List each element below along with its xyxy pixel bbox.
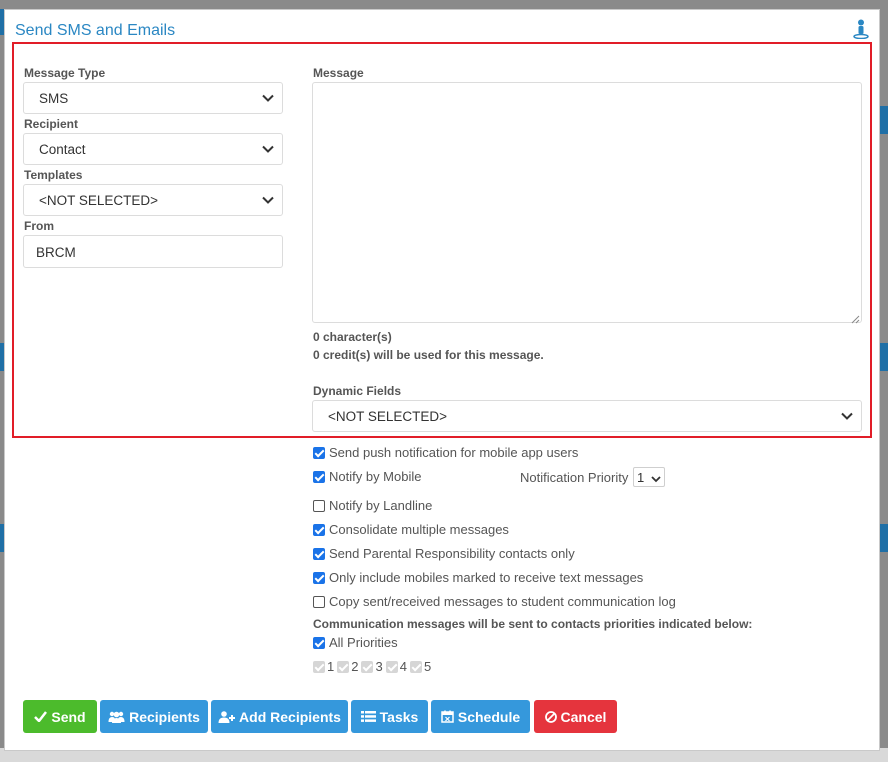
- recipient-select[interactable]: Contact: [23, 133, 283, 165]
- recipient-value: Contact: [39, 142, 86, 157]
- dynamic-fields-label: Dynamic Fields: [313, 384, 402, 398]
- notify-landline-label: Notify by Landline: [329, 498, 433, 513]
- chevron-down-icon: [262, 143, 274, 155]
- chevron-down-icon: [262, 92, 274, 104]
- add-recipients-button-label: Add Recipients: [239, 708, 341, 725]
- consolidate-option[interactable]: Consolidate multiple messages: [313, 522, 509, 537]
- priority-checkboxes: 1 2 3 4 5: [313, 659, 434, 674]
- notification-priority-value: 1: [637, 470, 645, 485]
- copy-log-label: Copy sent/received messages to student c…: [329, 594, 676, 609]
- notification-priority-label: Notification Priority: [520, 470, 629, 485]
- user-plus-icon: [218, 710, 236, 723]
- background-header-strip: [880, 524, 888, 552]
- templates-select[interactable]: <NOT SELECTED>: [23, 184, 283, 216]
- all-priorities-label: All Priorities: [329, 635, 398, 650]
- recipients-button-label: Recipients: [129, 708, 200, 725]
- copy-log-option[interactable]: Copy sent/received messages to student c…: [313, 594, 676, 609]
- priority-1: 1: [313, 659, 334, 674]
- push-notification-label: Send push notification for mobile app us…: [329, 445, 579, 460]
- consolidate-checkbox[interactable]: [313, 523, 325, 536]
- all-priorities-checkbox[interactable]: [313, 636, 325, 649]
- message-type-value: SMS: [39, 91, 69, 106]
- templates-label: Templates: [24, 168, 83, 182]
- send-sms-modal: Send SMS and Emails Message Type SMS Rec…: [4, 9, 880, 751]
- chevron-down-icon: [841, 410, 853, 422]
- list-icon: [360, 711, 376, 722]
- priority-3-checkbox: [361, 660, 374, 673]
- priority-4: 4: [385, 659, 407, 674]
- tasks-button-label: Tasks: [379, 708, 419, 725]
- push-notification-option[interactable]: Send push notification for mobile app us…: [313, 445, 578, 460]
- chevron-down-icon: [651, 472, 661, 483]
- all-priorities-option[interactable]: All Priorities: [313, 635, 398, 650]
- users-icon: [108, 711, 125, 723]
- tasks-button[interactable]: Tasks: [351, 700, 428, 733]
- resize-handle-icon[interactable]: [851, 312, 860, 324]
- modal-title: Send SMS and Emails: [15, 22, 176, 39]
- priority-5-checkbox: [409, 660, 422, 673]
- dynamic-fields-value: <NOT SELECTED>: [328, 409, 448, 424]
- parental-only-option[interactable]: Send Parental Responsibility contacts on…: [313, 546, 575, 561]
- templates-value: <NOT SELECTED>: [39, 193, 159, 208]
- priority-2: 2: [337, 659, 358, 674]
- message-textarea[interactable]: [312, 82, 862, 324]
- parental-only-checkbox[interactable]: [313, 547, 325, 560]
- from-input[interactable]: BRCM: [23, 235, 283, 268]
- person-help-icon[interactable]: [853, 19, 869, 40]
- priority-3-label: 3: [375, 659, 383, 674]
- background-header-strip: [880, 343, 888, 371]
- notification-priority-select[interactable]: 1: [633, 467, 665, 487]
- priority-4-label: 4: [399, 659, 407, 674]
- check-icon: [34, 711, 48, 722]
- priority-4-checkbox: [385, 660, 398, 673]
- notify-mobile-label: Notify by Mobile: [329, 469, 422, 484]
- recipient-label: Recipient: [24, 117, 79, 131]
- priority-2-checkbox: [337, 660, 350, 673]
- dynamic-fields-select[interactable]: <NOT SELECTED>: [312, 400, 862, 432]
- cancel-button[interactable]: Cancel: [534, 700, 617, 733]
- only-mobiles-checkbox[interactable]: [313, 571, 325, 584]
- background-header-strip: [880, 106, 888, 134]
- priorities-note: Communication messages will be sent to c…: [313, 617, 753, 631]
- from-label: From: [24, 219, 54, 233]
- chevron-down-icon: [262, 194, 274, 206]
- schedule-button-label: Schedule: [457, 708, 521, 725]
- message-type-label: Message Type: [24, 66, 106, 80]
- character-count: 0 character(s): [313, 330, 392, 344]
- notify-mobile-option[interactable]: Notify by Mobile: [313, 469, 421, 484]
- add-recipients-button[interactable]: Add Recipients: [211, 700, 348, 733]
- only-mobiles-label: Only include mobiles marked to receive t…: [329, 570, 644, 585]
- only-mobiles-option[interactable]: Only include mobiles marked to receive t…: [313, 570, 643, 585]
- priority-3: 3: [361, 659, 383, 674]
- ban-icon: [544, 710, 557, 723]
- priority-2-label: 2: [351, 659, 359, 674]
- priority-1-label: 1: [327, 659, 335, 674]
- consolidate-label: Consolidate multiple messages: [329, 522, 509, 537]
- notify-mobile-checkbox[interactable]: [313, 470, 325, 483]
- credit-info: 0 credit(s) will be used for this messag…: [313, 348, 544, 362]
- message-type-select[interactable]: SMS: [23, 82, 283, 114]
- cancel-button-label: Cancel: [560, 708, 607, 725]
- push-notification-checkbox[interactable]: [313, 446, 325, 459]
- calendar-icon: [441, 710, 454, 723]
- priority-5: 5: [409, 659, 432, 674]
- priority-1-checkbox: [313, 660, 325, 673]
- send-button[interactable]: Send: [23, 700, 97, 733]
- recipients-button[interactable]: Recipients: [100, 700, 208, 733]
- schedule-button[interactable]: Schedule: [431, 700, 530, 733]
- from-value: BRCM: [36, 245, 76, 260]
- message-label: Message: [313, 66, 364, 80]
- send-button-label: Send: [51, 708, 86, 725]
- notify-landline-checkbox[interactable]: [313, 499, 325, 512]
- priority-5-label: 5: [423, 659, 432, 674]
- notify-landline-option[interactable]: Notify by Landline: [313, 498, 432, 513]
- copy-log-checkbox[interactable]: [313, 595, 325, 608]
- parental-only-label: Send Parental Responsibility contacts on…: [329, 546, 575, 561]
